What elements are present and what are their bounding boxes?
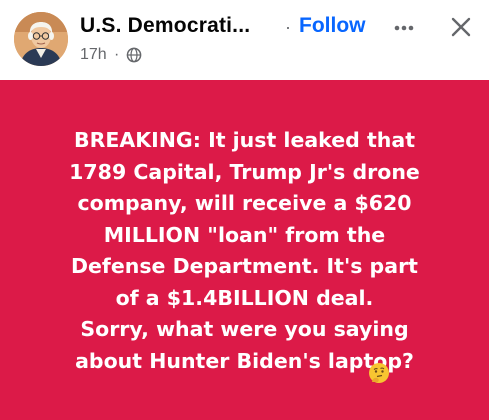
portrait-icon bbox=[14, 12, 68, 66]
close-button[interactable] bbox=[446, 12, 476, 42]
close-icon bbox=[451, 17, 471, 37]
more-options-button[interactable] bbox=[390, 14, 418, 42]
post-text: BREAKING: It just leaked that 1789 Capit… bbox=[69, 128, 420, 373]
name-separator: · bbox=[285, 17, 291, 37]
text-post-card: BREAKING: It just leaked that 1789 Capit… bbox=[0, 80, 489, 420]
facebook-post: U.S. Democrati... · Follow 17h · BREAKIN… bbox=[0, 0, 489, 420]
follow-button[interactable]: Follow bbox=[299, 14, 366, 38]
thinking-face-emoji bbox=[369, 363, 389, 383]
post-timestamp[interactable]: 17h bbox=[80, 46, 107, 64]
meta-separator: · bbox=[114, 46, 120, 63]
page-name[interactable]: U.S. Democrati... bbox=[80, 14, 250, 38]
globe-icon[interactable] bbox=[126, 47, 142, 63]
post-header: U.S. Democrati... · Follow 17h · bbox=[0, 0, 489, 80]
page-avatar[interactable] bbox=[14, 12, 68, 66]
more-horizontal-icon bbox=[394, 25, 414, 31]
